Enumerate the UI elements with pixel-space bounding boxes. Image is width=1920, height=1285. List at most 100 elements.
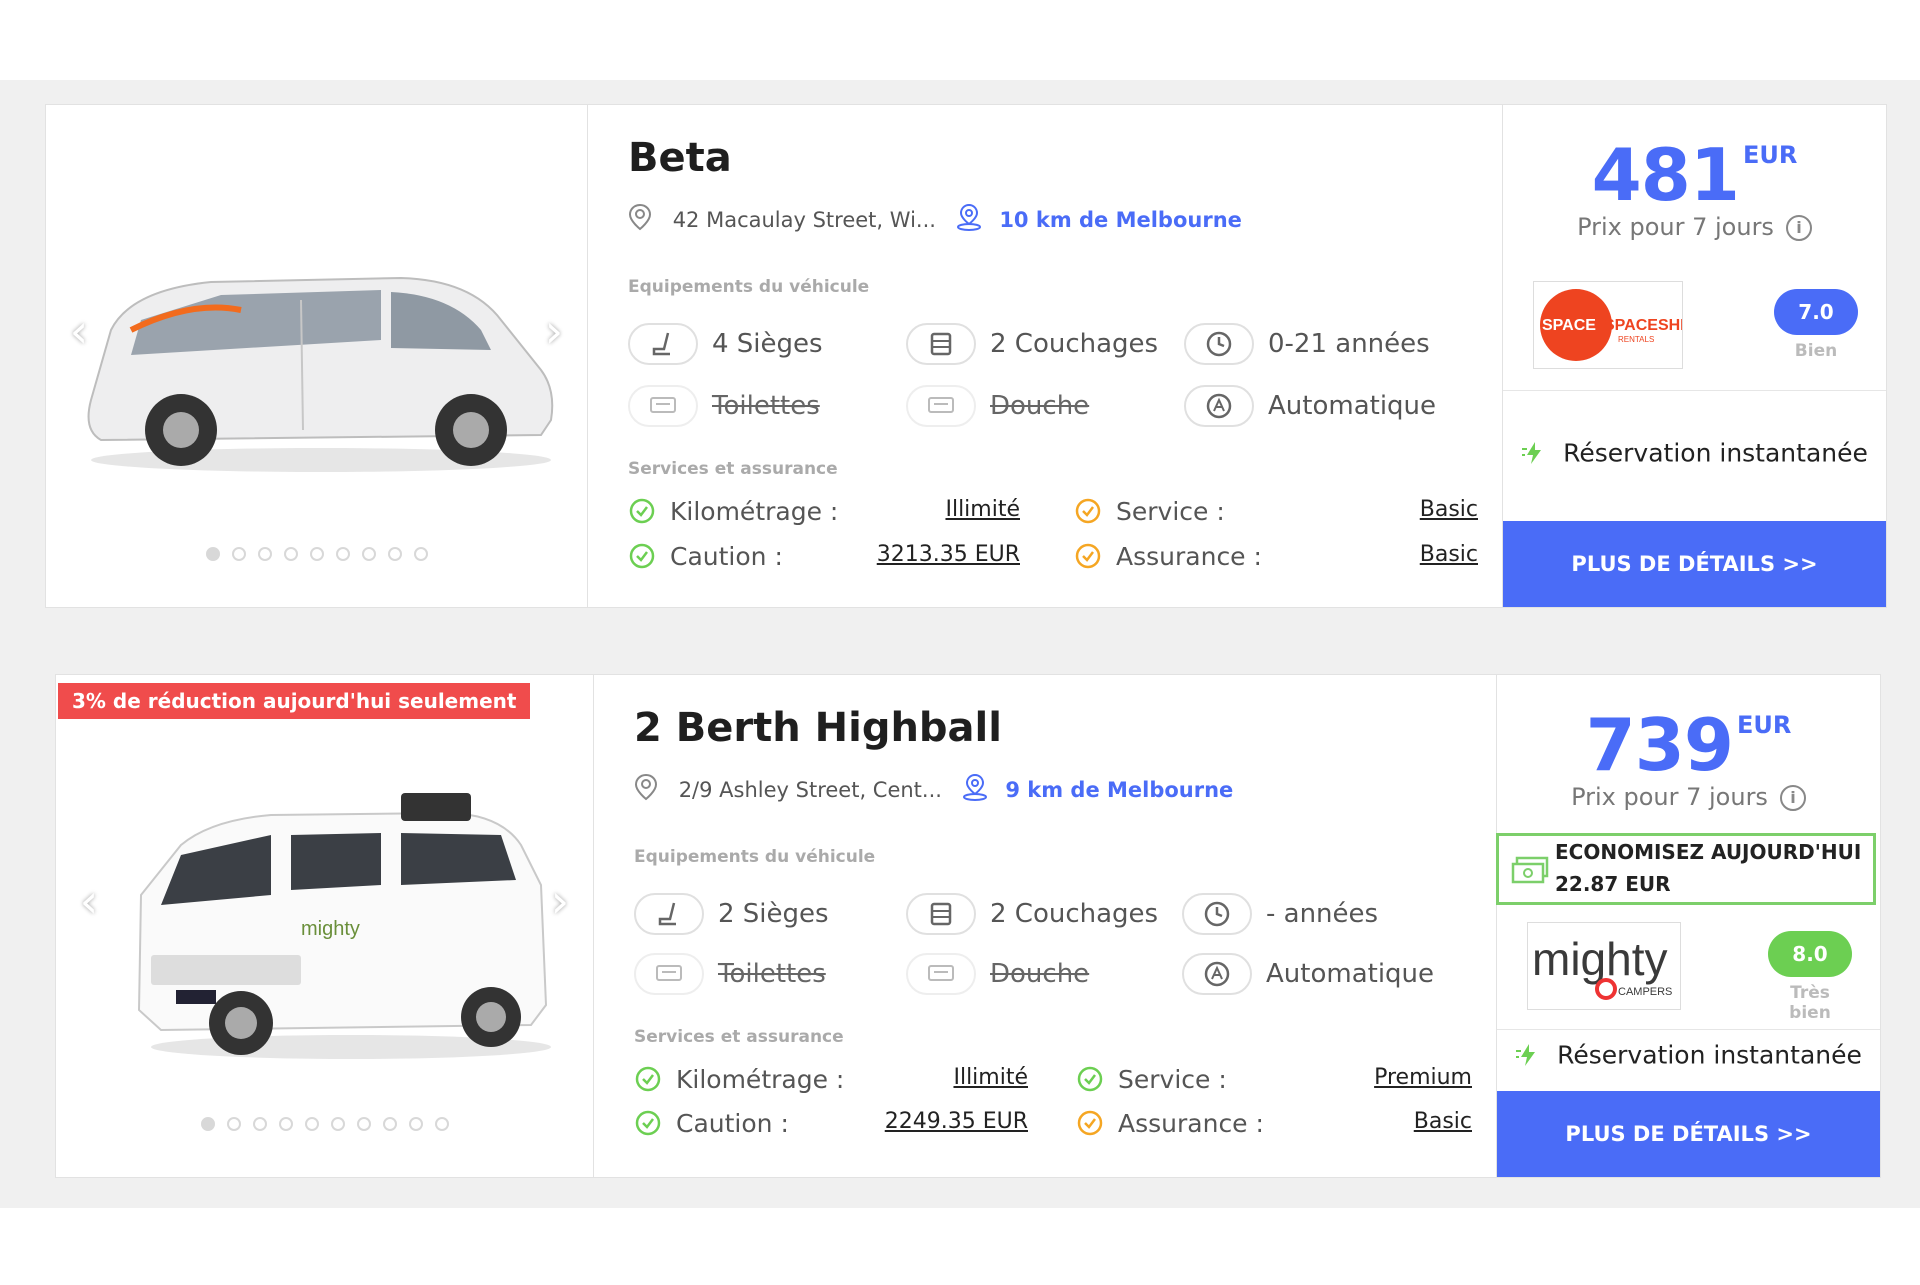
service-level: Service :: [1076, 1063, 1227, 1094]
carousel-dot[interactable]: [361, 547, 376, 561]
carousel-next-arrow[interactable]: ›: [545, 871, 575, 931]
distance-text: 9 km de Melbourne: [1005, 777, 1234, 802]
svg-text:mighty: mighty: [1532, 933, 1667, 985]
vehicle-image-carousel: ‹ ›: [46, 105, 588, 607]
service-deposit: Caution :: [634, 1107, 789, 1138]
equipment-section-label: Equipements du véhicule: [634, 847, 876, 867]
carousel-dot[interactable]: [387, 547, 402, 561]
equip-toilet: Toilettes: [628, 385, 820, 427]
equipment-section-label: Equipements du véhicule: [628, 277, 870, 297]
service-mileage: Kilométrage :: [628, 495, 838, 526]
price-caption: Prix pour 7 jours i: [1503, 213, 1886, 241]
carousel-prev-arrow[interactable]: ‹: [74, 871, 104, 931]
location-row: 2/9 Ashley Street, Cent... 9 km de Melbo…: [634, 773, 1233, 806]
carousel-dot[interactable]: [356, 1117, 371, 1131]
carousel-dot[interactable]: [205, 547, 220, 561]
equip-beds: 2 Couchages: [906, 893, 1158, 935]
carousel-dot[interactable]: [231, 547, 246, 561]
more-details-button[interactable]: PLUS DE DÉTAILS >>: [1503, 521, 1886, 607]
equip-seats: 4 Sièges: [628, 323, 823, 365]
instant-bolt-icon: [1516, 1044, 1536, 1066]
deposit-value-link[interactable]: 2249.35 EUR: [885, 1109, 1028, 1134]
price-amount: 481 EUR: [1591, 133, 1798, 217]
vehicle-photo: [87, 276, 554, 472]
equip-shower: Douche: [906, 385, 1089, 427]
vehicle-image-carousel: 3% de réduction aujourd'hui seulement mi…: [56, 675, 594, 1177]
address-text: 2/9 Ashley Street, Cent...: [678, 777, 942, 802]
check-orange-icon: [1077, 1110, 1103, 1136]
svg-text:mighty: mighty: [301, 918, 360, 940]
instant-booking: Réservation instantanée: [1497, 1039, 1880, 1070]
equip-shower: Douche: [906, 953, 1089, 995]
carousel-dot[interactable]: [257, 547, 272, 561]
shower-icon: [906, 385, 976, 427]
carousel-dots: [46, 546, 587, 565]
check-green-icon: [635, 1066, 661, 1092]
svg-text:RENTALS: RENTALS: [1618, 335, 1654, 344]
rating-badge: 7.0 Bien: [1774, 289, 1858, 361]
promo-badge: 3% de réduction aujourd'hui seulement: [58, 683, 531, 719]
shower-icon: [906, 953, 976, 995]
check-green-icon: [629, 498, 655, 524]
equip-seats: 2 Sièges: [634, 893, 829, 935]
carousel-dot[interactable]: [335, 547, 350, 561]
carousel-dots: [56, 1116, 593, 1135]
info-icon[interactable]: i: [1785, 215, 1812, 241]
automatic-gear-icon: [1182, 953, 1252, 995]
bed-icon: [906, 323, 976, 365]
service-deposit: Caution :: [628, 540, 783, 571]
check-green-icon: [1077, 1066, 1103, 1092]
vehicle-title[interactable]: 2 Berth Highball: [634, 705, 1002, 751]
location-pin-icon: [628, 203, 666, 236]
carousel-next-arrow[interactable]: ›: [539, 301, 569, 361]
service-level: Service :: [1074, 495, 1225, 526]
carousel-dot[interactable]: [434, 1117, 449, 1131]
seat-icon: [628, 323, 698, 365]
more-details-button[interactable]: PLUS DE DÉTAILS >>: [1497, 1091, 1880, 1177]
carousel-dot[interactable]: [330, 1117, 345, 1131]
deposit-value-link[interactable]: 3213.35 EUR: [877, 542, 1020, 567]
seat-icon: [634, 893, 704, 935]
carousel-dot[interactable]: [283, 547, 298, 561]
service-mileage: Kilométrage :: [634, 1063, 844, 1094]
insurance-value-link[interactable]: Basic: [1420, 542, 1478, 567]
listing-card-beta: ‹ › Beta 42 Macaulay Street, Wi... 10 km…: [45, 104, 1887, 608]
svg-text:SPACE: SPACE: [1542, 317, 1596, 334]
carousel-dot[interactable]: [252, 1117, 267, 1131]
price-panel: 481EUR Prix pour 7 joursi SPACE SPACESHI…: [1502, 105, 1886, 607]
carousel-dot[interactable]: [408, 1117, 423, 1131]
carousel-dot[interactable]: [226, 1117, 241, 1131]
carousel-dot[interactable]: [278, 1117, 293, 1131]
carousel-dot[interactable]: [304, 1117, 319, 1131]
vehicle-title[interactable]: Beta: [628, 135, 732, 181]
price-amount: 739 EUR: [1585, 703, 1792, 787]
listing-info: 2 Berth Highball 2/9 Ashley Street, Cent…: [594, 675, 1498, 1177]
carousel-dot[interactable]: [413, 547, 428, 561]
listing-card-highball: 3% de réduction aujourd'hui seulement mi…: [55, 674, 1881, 1178]
info-icon[interactable]: i: [1779, 785, 1806, 811]
clock-icon: [1182, 893, 1252, 935]
carousel-dot[interactable]: [382, 1117, 397, 1131]
vehicle-photo: mighty: [137, 793, 551, 1059]
carousel-dot[interactable]: [200, 1117, 215, 1131]
equip-age: - années: [1182, 893, 1378, 935]
carousel-dot[interactable]: [309, 547, 324, 561]
check-green-icon: [635, 1110, 661, 1136]
location-pin-icon: [634, 773, 672, 806]
mileage-value-link[interactable]: Illimité: [953, 1065, 1028, 1090]
insurance-value-link[interactable]: Basic: [1414, 1109, 1472, 1134]
mileage-value-link[interactable]: Illimité: [945, 497, 1020, 522]
carousel-prev-arrow[interactable]: ‹: [64, 301, 94, 361]
toilet-icon: [634, 953, 704, 995]
service-value-link[interactable]: Basic: [1420, 497, 1478, 522]
brand-logo-spaceships: SPACE SPACESHIPS RENTALS: [1533, 281, 1706, 369]
bed-icon: [906, 893, 976, 935]
service-value-link[interactable]: Premium: [1374, 1065, 1472, 1090]
distance-pin-icon: [949, 773, 989, 806]
svg-text:CAMPERS: CAMPERS: [1618, 986, 1672, 998]
savings-banner: ECONOMISEZ AUJOURD'HUI 22.87 EUR: [1496, 833, 1876, 905]
equip-age: 0-21 années: [1184, 323, 1430, 365]
equip-beds: 2 Couchages: [906, 323, 1158, 365]
clock-icon: [1184, 323, 1254, 365]
rating-badge: 8.0 Très bien: [1768, 931, 1852, 1023]
